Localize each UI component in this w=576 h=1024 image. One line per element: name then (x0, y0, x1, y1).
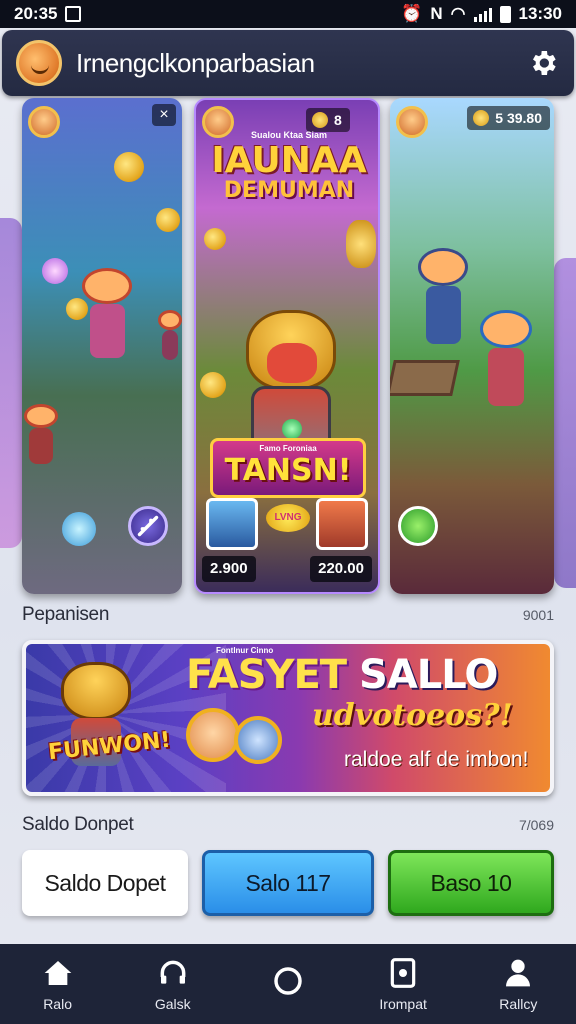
card-banner: Famo Foroniaa TANSN! (210, 438, 366, 498)
action-button-row: Saldo Dopet Salo 117 Baso 10 (22, 850, 554, 918)
nav-label: Rallcy (499, 996, 538, 1012)
home-icon (41, 956, 75, 990)
coin-counter: 8 (306, 108, 350, 132)
status-time-right: 13:30 (518, 4, 562, 23)
card-chip: LVNG (266, 504, 310, 532)
card-title-kicker: Sualou Ktaa Siam (250, 130, 328, 140)
section-title-2: Saldo Donpet (22, 814, 134, 835)
card-avatar-icon (396, 106, 428, 138)
close-icon[interactable]: × (152, 104, 176, 126)
gem-icon (62, 512, 96, 546)
battery-icon (499, 5, 511, 23)
saldo-dopet-button[interactable]: Saldo Dopet (22, 850, 188, 916)
nav-label: Ralo (43, 996, 72, 1012)
trophy-icon (346, 220, 376, 268)
carousel-edge-right (554, 258, 576, 588)
game-card-carousel[interactable]: × 8 Sualou Ktaa Siam IAUNAA DEMUMAN Famo… (0, 98, 576, 596)
fox-avatar-icon[interactable] (16, 40, 62, 86)
nav-item-profile[interactable]: Rallcy (468, 956, 568, 1012)
app-bar: Irnengclkonparbasian (2, 30, 574, 96)
card-title-line2: DEMUMAN (223, 178, 355, 203)
gallery-icon (65, 6, 82, 22)
nav-label: Irompat (379, 996, 427, 1012)
nav-label: Galsk (154, 996, 191, 1012)
orb-icon (42, 258, 68, 284)
coin-icon (200, 372, 226, 398)
promo-title: FASYET SALLO (186, 652, 498, 698)
coin-icon (156, 208, 180, 232)
game-card-center[interactable]: 8 Sualou Ktaa Siam IAUNAA DEMUMAN Famo F… (194, 98, 380, 594)
character-minion (158, 310, 182, 360)
status-left: 20:35 (14, 4, 82, 24)
nav-item-home[interactable]: Ralo (8, 956, 108, 1012)
face-badge-icon (186, 708, 240, 762)
coin-icon (114, 152, 144, 182)
game-card-right[interactable]: 5 39.80 (390, 98, 554, 594)
bottom-nav: Ralo Galsk Irompat Rallcy (0, 944, 576, 1024)
feather-button[interactable] (128, 506, 168, 546)
gear-icon[interactable] (526, 46, 560, 80)
character-minion (24, 404, 58, 464)
profile-icon (501, 956, 535, 990)
promo-subtitle: udvotoeos?! (312, 698, 513, 733)
section-header-2: Saldo Donpet 7/069 (22, 814, 554, 836)
tablet-icon (386, 956, 420, 990)
baso-button[interactable]: Baso 10 (388, 850, 554, 916)
promo-banner[interactable]: FUNWON! Fontlnur Cinno FASYET SALLO udvo… (22, 640, 554, 796)
coin-icon (204, 228, 226, 250)
status-right: ⏰ N ◠ 13:30 (401, 4, 562, 24)
coin-counter: 5 39.80 (467, 106, 550, 130)
banner-headline: TANSN! (224, 453, 352, 488)
cart-prop (390, 360, 460, 396)
promo-title-part2: SALLO (359, 652, 498, 698)
nav-item-tablet[interactable]: Irompat (353, 956, 453, 1012)
carousel-edge-left (0, 218, 22, 548)
character-soldier (418, 248, 468, 344)
nfc-icon: N (430, 4, 443, 23)
banner-kicker: Famo Foroniaa (259, 444, 317, 453)
card-avatar-icon (28, 106, 60, 138)
signal-icon (473, 6, 492, 22)
nav-item-support[interactable]: Galsk (123, 956, 223, 1012)
game-card-left[interactable]: × (22, 98, 182, 594)
section-meta-1: 9001 (522, 607, 554, 623)
face-badge-icon (234, 716, 282, 764)
alarm-icon: ⏰ (401, 4, 423, 23)
promo-tagline: raldoe alf de imbon! (344, 748, 529, 771)
app-title: Irnengclkonparbasian (76, 47, 315, 78)
promo-title-part1: FASYET (186, 652, 347, 698)
character-thumb-left[interactable] (206, 498, 258, 550)
play-action-button[interactable] (398, 506, 438, 546)
section-title-1: Pepanisen (22, 604, 110, 625)
circle-icon (271, 964, 305, 998)
status-bar: 20:35 ⏰ N ◠ 13:30 (0, 0, 576, 28)
section-meta-2: 7/069 (518, 817, 554, 833)
price-left: 2.900 (202, 556, 256, 582)
price-right: 220.00 (310, 556, 372, 582)
character-thumb-right[interactable] (316, 498, 368, 550)
section-header-1: Pepanisen 9001 (22, 604, 554, 626)
card-title-line1: IAUNAA (211, 140, 367, 181)
nav-item-center[interactable] (238, 964, 338, 1004)
character-fighter (480, 310, 532, 406)
status-time-left: 20:35 (14, 4, 58, 23)
character-warrior (82, 268, 132, 358)
headset-icon (156, 956, 190, 990)
salo-button[interactable]: Salo 117 (202, 850, 374, 916)
wifi-icon: ◠ (450, 4, 466, 23)
